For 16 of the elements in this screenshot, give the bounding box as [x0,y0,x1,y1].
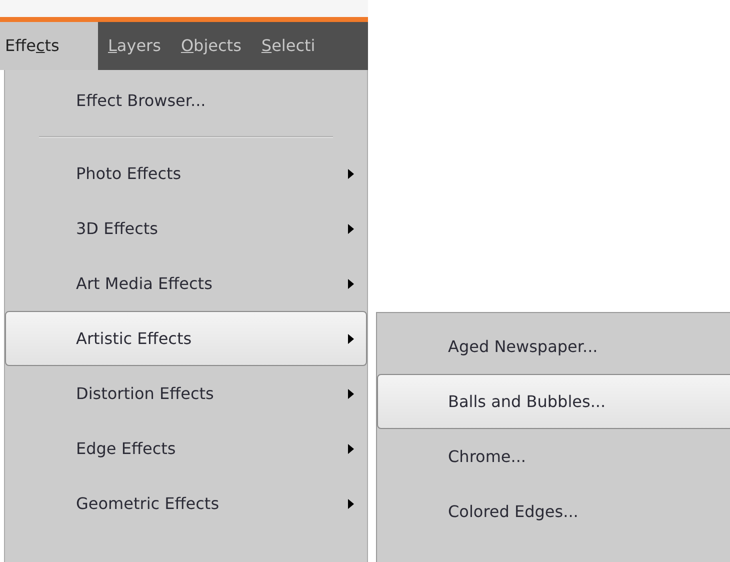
menu-bar-item[interactable]: Selecti [251,22,326,70]
menu-item[interactable]: Artistic Effects [5,311,367,366]
menu-bar-item[interactable]: Layers [98,22,171,70]
menu-item[interactable]: Chrome... [377,429,730,484]
menu-item[interactable]: Balls and Bubbles... [377,374,730,429]
menu-item[interactable]: Aged Newspaper... [377,319,730,374]
menu-item[interactable]: Colored Edges... [377,484,730,539]
menu-item[interactable]: Photo Effects [5,146,367,201]
menu-bar-item[interactable]: Objects [170,22,252,70]
menu-item[interactable]: Distortion Effects [5,366,367,421]
menu-bar-item[interactable]: Effects [0,22,98,70]
menu-item[interactable]: Edge Effects [5,421,367,476]
menu-item[interactable]: Effect Browser... [5,73,367,128]
menu-item[interactable]: 3D Effects [5,201,367,256]
menu-item[interactable]: Geometric Effects [5,476,367,531]
menu-item[interactable]: Art Media Effects [5,256,367,311]
